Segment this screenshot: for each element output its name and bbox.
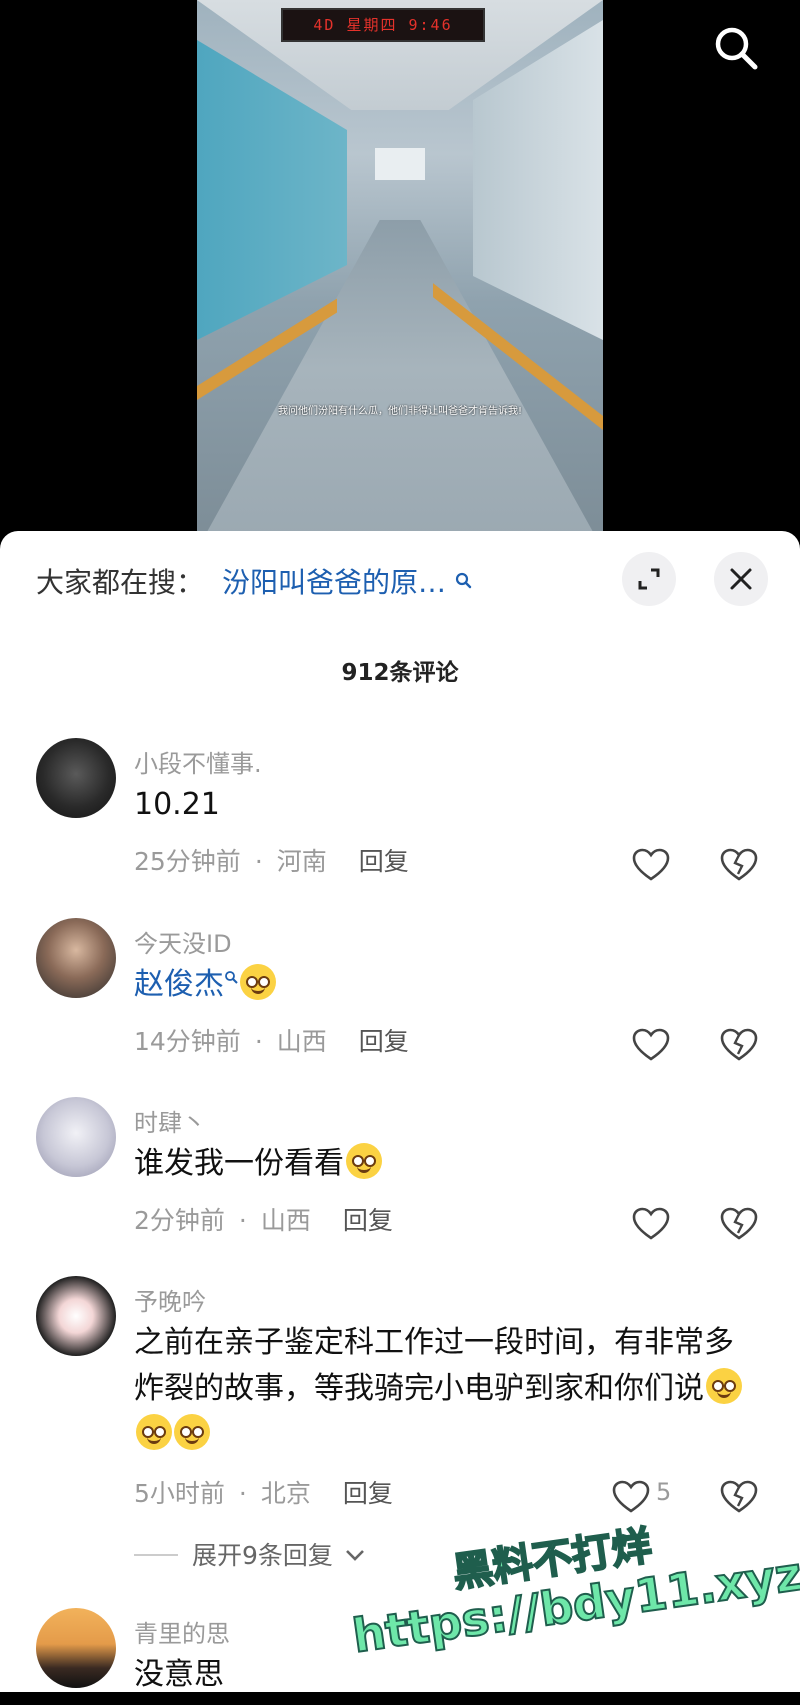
comment-text: 谁发我一份看看	[134, 1146, 344, 1181]
suggestion-term[interactable]: 汾阳叫爸爸的原…	[222, 561, 446, 601]
meta-separator: ·	[254, 847, 263, 876]
avatar[interactable]	[36, 1276, 116, 1356]
comment-meta: 14分钟前 · 山西 回复	[134, 1022, 409, 1058]
broken-heart-icon[interactable]	[720, 1207, 758, 1241]
comment-text: 10.21	[134, 787, 220, 822]
comment-username[interactable]: 青里的思	[134, 1614, 230, 1649]
heart-icon[interactable]	[612, 1480, 650, 1514]
comment-time: 25分钟前	[134, 847, 241, 876]
reply-button[interactable]: 回复	[359, 1027, 409, 1056]
comment-time: 14分钟前	[134, 1027, 241, 1056]
like-count: 5	[656, 1478, 672, 1506]
comment-meta: 5小时前 · 北京 回复	[134, 1474, 393, 1510]
comment-text: 之前在亲子鉴定科工作过一段时间，有非常多炸裂的故事，等我骑完小电驴到家和你们说	[134, 1325, 734, 1406]
expand-icon	[638, 568, 660, 590]
avatar[interactable]	[36, 918, 116, 998]
dizzy-emoji-icon	[346, 1143, 382, 1179]
expand-replies-label: 展开9条回复	[192, 1541, 333, 1570]
linked-search-term[interactable]: 赵俊杰	[134, 967, 224, 1002]
search-icon[interactable]	[712, 24, 760, 72]
heart-icon[interactable]	[632, 848, 670, 882]
avatar[interactable]	[36, 738, 116, 818]
comment-count: 912条评论	[341, 660, 459, 686]
video-player[interactable]: 4D 星期四 9:46 我问他们汾阳有什么瓜，他们非得让叫爸爸才肯告诉我!	[0, 0, 800, 550]
video-caption: 我问他们汾阳有什么瓜，他们非得让叫爸爸才肯告诉我!	[277, 406, 522, 417]
comment-text-line: 谁发我一份看看	[134, 1141, 754, 1187]
comment-username[interactable]: 小段不懂事.	[134, 744, 262, 779]
avatar[interactable]	[36, 1608, 116, 1688]
comment-location: 北京	[260, 1479, 311, 1508]
laughing-emoji-icon	[240, 964, 276, 1000]
reply-button[interactable]: 回复	[343, 1479, 393, 1508]
reply-button[interactable]: 回复	[359, 847, 409, 876]
divider	[134, 1554, 178, 1556]
grin-emoji-icon	[174, 1414, 210, 1450]
expand-replies-button[interactable]: 展开9条回复	[134, 1536, 365, 1572]
comment-username[interactable]: 今天没ID	[134, 924, 232, 959]
meta-separator: ·	[238, 1479, 247, 1508]
corridor-end	[375, 148, 425, 180]
close-button[interactable]	[714, 552, 768, 606]
grin-emoji-icon	[136, 1414, 172, 1450]
meta-separator: ·	[254, 1027, 263, 1056]
comment-location: 山西	[276, 1027, 327, 1056]
suggestion-label: 大家都在搜：	[36, 566, 205, 599]
broken-heart-icon[interactable]	[720, 848, 758, 882]
avatar[interactable]	[36, 1097, 116, 1177]
comment-location: 山西	[260, 1206, 311, 1235]
close-icon	[730, 568, 752, 590]
broken-heart-icon[interactable]	[720, 1028, 758, 1062]
comment-text-block: 之前在亲子鉴定科工作过一段时间，有非常多炸裂的故事，等我骑完小电驴到家和你们说	[134, 1320, 754, 1458]
heart-icon[interactable]	[632, 1207, 670, 1241]
comment-time: 2分钟前	[134, 1206, 225, 1235]
comment-location: 河南	[276, 847, 327, 876]
search-suggestion[interactable]: 大家都在搜： 汾阳叫爸爸的原…	[36, 561, 474, 601]
meta-separator: ·	[238, 1206, 247, 1235]
video-frame: 4D 星期四 9:46 我问他们汾阳有什么瓜，他们非得让叫爸爸才肯告诉我!	[197, 0, 603, 550]
comment-text-line: 赵俊杰	[134, 962, 754, 1008]
heart-icon[interactable]	[632, 1028, 670, 1062]
comment-username[interactable]: 时肆丶	[134, 1103, 206, 1138]
search-icon	[455, 572, 472, 589]
grin-emoji-icon	[706, 1368, 742, 1404]
comment-meta: 2分钟前 · 山西 回复	[134, 1201, 393, 1237]
search-icon	[225, 971, 238, 984]
comment-time: 5小时前	[134, 1479, 225, 1508]
comment-username[interactable]: 予晚吟	[134, 1282, 206, 1317]
led-display: 4D 星期四 9:46	[281, 8, 485, 42]
reply-button[interactable]: 回复	[343, 1206, 393, 1235]
expand-button[interactable]	[622, 552, 676, 606]
comment-meta: 25分钟前 · 河南 回复	[134, 842, 409, 878]
